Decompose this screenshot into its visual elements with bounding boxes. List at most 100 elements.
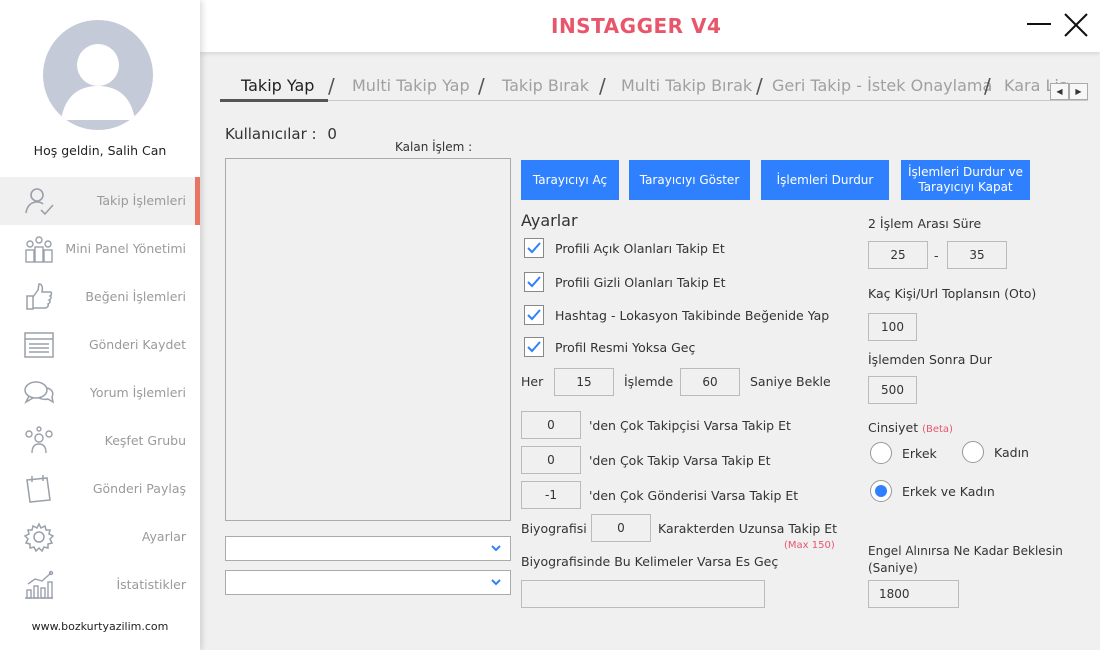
welcome-text: Hoş geldin, Salih Can: [33, 143, 167, 158]
following-threshold-input[interactable]: 0: [521, 446, 581, 474]
check-icon: [527, 341, 541, 353]
sidebar-item-label: Keşfet Grubu: [104, 433, 186, 448]
checkbox-label: Hashtag - Lokasyon Takibinde Beğenide Ya…: [555, 307, 830, 323]
check-icon: [527, 276, 541, 288]
bio-length-label: Karakterden Uzunsa Takip Et: [658, 521, 838, 536]
title-bar: INSTAGGER V4: [200, 0, 1100, 52]
bio-length-input[interactable]: 0: [591, 514, 651, 542]
users-count: 0: [327, 125, 337, 143]
sidebar-item-begeni[interactable]: Beğeni İşlemleri: [0, 273, 200, 321]
every-label: Her: [521, 374, 544, 389]
posts-threshold-input[interactable]: -1: [521, 481, 581, 509]
checkbox-public-profiles[interactable]: Profili Açık Olanları Takip Et: [524, 237, 725, 259]
active-tab-indicator: [220, 99, 328, 102]
tab-takip-yap[interactable]: Takip Yap: [241, 76, 314, 95]
block-wait-input[interactable]: 1800: [868, 580, 959, 608]
radio-label: Kadın: [994, 444, 1029, 460]
tab-geri-takip[interactable]: Geri Takip - İstek Onaylama: [772, 76, 992, 95]
sidebar-item-mini-panel[interactable]: Mini Panel Yönetimi: [0, 225, 200, 273]
bio-keywords-input[interactable]: [521, 580, 765, 608]
radio-button[interactable]: [870, 480, 892, 502]
checkbox-box[interactable]: [524, 272, 544, 292]
tab-separator: /: [984, 74, 991, 98]
sidebar-item-istatistikler[interactable]: İstatistikler: [0, 561, 200, 609]
tab-multi-takip-birak[interactable]: Multi Takip Bırak: [621, 76, 752, 95]
minimize-button[interactable]: [1026, 14, 1052, 34]
radio-gender-male[interactable]: Erkek: [870, 442, 937, 464]
tab-scroll-left-button[interactable]: ◀: [1050, 83, 1069, 100]
sidebar-item-ayarlar[interactable]: Ayarlar: [0, 513, 200, 561]
chat-icon: [23, 378, 55, 408]
collect-count-input[interactable]: 100: [868, 313, 917, 341]
account-dropdown[interactable]: [225, 536, 511, 561]
show-browser-button[interactable]: Tarayıcıyı Göster: [629, 160, 750, 200]
sidebar-item-takip-islemleri[interactable]: Takip İşlemleri: [0, 177, 200, 225]
tab-separator: /: [478, 74, 485, 98]
sidebar-item-label: Gönderi Kaydet: [88, 337, 186, 352]
radio-label: Erkek: [902, 445, 937, 461]
sidebar-item-yorum[interactable]: Yorum İşlemleri: [0, 369, 200, 417]
interval-max-input[interactable]: 35: [947, 241, 1007, 269]
tabs-underline: [220, 100, 1088, 101]
checkbox-label: Profili Gizli Olanları Takip Et: [555, 274, 726, 290]
sidebar-item-label: Yorum İşlemleri: [89, 385, 186, 400]
sidebar-menu: Takip İşlemleri Mini Panel Yönetimi Beğe…: [0, 177, 200, 609]
sidebar-item-gonderi-kaydet[interactable]: Gönderi Kaydet: [0, 321, 200, 369]
tab-bar: Takip Yap / Multi Takip Yap / Takip Bıra…: [220, 74, 1068, 102]
close-button[interactable]: [1062, 11, 1090, 39]
interval-separator: -: [934, 248, 939, 263]
checkbox-private-profiles[interactable]: Profili Gizli Olanları Takip Et: [524, 271, 726, 293]
checkbox-skip-no-photo[interactable]: Profil Resmi Yoksa Geç: [524, 336, 695, 358]
beta-badge: (Beta): [922, 424, 953, 435]
sidebar-item-gonderi-paylas[interactable]: Gönderi Paylaş: [0, 465, 200, 513]
remaining-label: Kalan İşlem :: [395, 140, 473, 154]
sidebar-item-label: Beğeni İşlemleri: [85, 289, 186, 304]
interval-min-input[interactable]: 25: [868, 241, 928, 269]
check-icon: [527, 309, 541, 321]
tab-separator: /: [756, 74, 763, 98]
stop-after-label: İşlemden Sonra Dur: [868, 352, 993, 367]
posts-threshold-label: 'den Çok Gönderisi Varsa Takip Et: [589, 488, 799, 503]
follower-threshold-label: 'den Çok Takipçisi Varsa Takip Et: [589, 418, 791, 433]
sidebar-item-label: Mini Panel Yönetimi: [65, 241, 186, 256]
interval-label: 2 İşlem Arası Süre: [868, 216, 982, 231]
radio-button[interactable]: [962, 441, 984, 463]
wait-label: Saniye Bekle: [750, 374, 831, 389]
tab-multi-takip-yap[interactable]: Multi Takip Yap: [352, 76, 470, 95]
stop-actions-button[interactable]: İşlemleri Durdur: [761, 160, 889, 200]
settings-title: Ayarlar: [521, 211, 578, 230]
source-dropdown[interactable]: [225, 570, 511, 595]
user-check-icon: [23, 186, 55, 216]
website-link[interactable]: www.bozkurtyazilim.com: [0, 620, 200, 633]
wait-seconds-input[interactable]: 60: [680, 368, 740, 396]
checkbox-box[interactable]: [524, 337, 544, 357]
sidebar-item-label: Takip İşlemleri: [96, 193, 186, 208]
block-wait-label: Engel Alınırsa Ne Kadar Beklesin: [868, 544, 1063, 558]
radio-gender-female[interactable]: Kadın: [962, 441, 1029, 463]
share-post-icon: [23, 474, 55, 504]
document-icon: [23, 330, 55, 360]
sidebar-item-kesfet[interactable]: Keşfet Grubu: [0, 417, 200, 465]
checkbox-hashtag-like[interactable]: Hashtag - Lokasyon Takibinde Beğenide Ya…: [524, 304, 829, 326]
every-count-input[interactable]: 15: [554, 368, 614, 396]
tab-separator: /: [328, 74, 335, 98]
bio-keywords-label: Biyografisinde Bu Kelimeler Varsa Es Geç: [521, 554, 779, 569]
open-browser-button[interactable]: Tarayıcıyı Aç: [521, 160, 619, 200]
chevron-down-icon: [491, 545, 501, 552]
follower-threshold-input[interactable]: 0: [521, 411, 581, 439]
radio-button[interactable]: [870, 442, 892, 464]
users-list[interactable]: [225, 158, 511, 521]
sidebar-item-label: Gönderi Paylaş: [92, 481, 186, 496]
tab-takip-birak[interactable]: Takip Bırak: [502, 76, 589, 95]
stop-and-close-button[interactable]: İşlemleri Durdur ve Tarayıcıyı Kapat: [901, 160, 1030, 200]
sidebar-item-label: İstatistikler: [116, 577, 186, 592]
stop-after-input[interactable]: 500: [868, 376, 917, 404]
checkbox-label: Profil Resmi Yoksa Geç: [555, 339, 696, 355]
app-title: INSTAGGER V4: [551, 14, 722, 38]
bio-label: Biyografisi: [521, 521, 587, 536]
tab-scroll-right-button[interactable]: ▶: [1069, 83, 1088, 100]
following-threshold-label: 'den Çok Takip Varsa Takip Et: [589, 453, 771, 468]
checkbox-box[interactable]: [524, 238, 544, 258]
checkbox-box[interactable]: [524, 305, 544, 325]
radio-gender-both[interactable]: Erkek ve Kadın: [870, 480, 995, 502]
